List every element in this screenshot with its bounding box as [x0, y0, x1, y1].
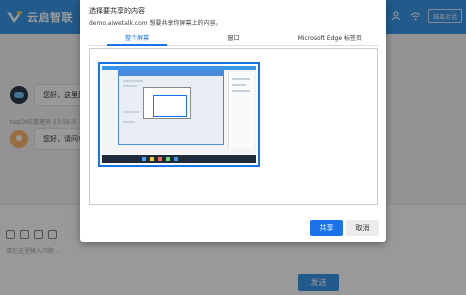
share-screen-dialog: 选择要共享的内容 demo.aiwetalk.com 想要共享你屏幕上的内容。 … [80, 0, 386, 242]
cancel-button[interactable]: 取消 [346, 220, 379, 236]
dialog-subtitle: demo.aiwetalk.com 想要共享你屏幕上的内容。 [89, 20, 222, 27]
tab-edge-tab[interactable]: Microsoft Edge 标签页 [282, 33, 378, 45]
tab-window[interactable]: 窗口 [185, 33, 281, 45]
share-button[interactable]: 共享 [310, 220, 343, 236]
tab-entire-screen[interactable]: 整个屏幕 [89, 33, 185, 46]
dialog-title: 选择要共享的内容 [89, 7, 145, 15]
screen-preview-image [102, 66, 256, 163]
share-tabs: 整个屏幕 窗口 Microsoft Edge 标签页 [89, 33, 378, 46]
share-content-area [89, 48, 378, 205]
screen-thumbnail[interactable] [98, 62, 260, 167]
